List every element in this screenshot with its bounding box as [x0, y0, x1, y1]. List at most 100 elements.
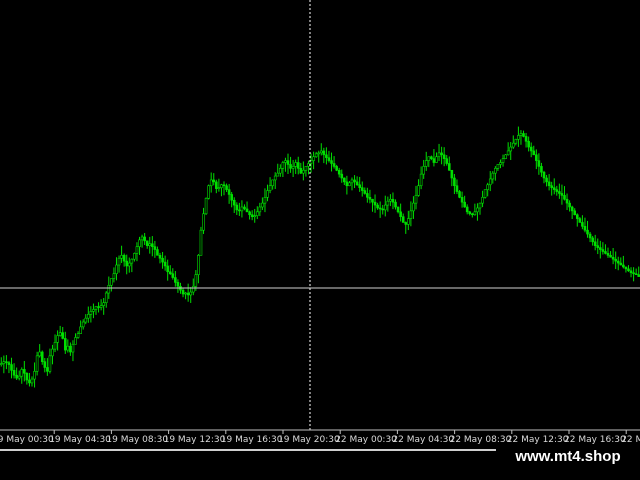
candle-body	[148, 243, 152, 246]
candle-body	[463, 201, 466, 208]
candle-body	[343, 177, 346, 183]
candle-body	[568, 202, 571, 208]
candle-body	[145, 240, 149, 246]
candle-body	[399, 211, 402, 217]
candle-body	[271, 179, 274, 187]
candle-body	[191, 285, 195, 293]
candle-body	[79, 326, 82, 334]
candle-body	[499, 162, 502, 165]
candle-body	[151, 243, 154, 247]
candle-body	[432, 158, 436, 163]
candle-body	[435, 156, 438, 163]
candle-body	[501, 158, 505, 163]
candle-body	[184, 292, 187, 295]
candle-body	[609, 255, 612, 258]
candle-body	[186, 292, 190, 296]
candle-body	[491, 172, 495, 180]
candle-body	[465, 206, 469, 213]
candle-body	[240, 206, 244, 212]
candle-body	[273, 175, 277, 181]
candle-body	[430, 156, 433, 159]
candle-body	[40, 351, 44, 362]
candle-body	[619, 262, 623, 266]
candle-body	[268, 185, 272, 191]
candle-body	[337, 169, 341, 175]
candle-body	[284, 160, 287, 163]
candle-body	[71, 343, 75, 353]
candle-body	[437, 152, 441, 158]
candle-body	[358, 184, 361, 188]
candle-body	[209, 179, 213, 187]
candle-body	[97, 306, 100, 308]
candle-body	[84, 317, 88, 323]
x-tick-label: 22 May 08:30	[450, 435, 512, 445]
candle-body	[110, 278, 113, 286]
candle-body	[17, 375, 21, 379]
candle-body	[156, 249, 159, 256]
candle-body	[94, 306, 98, 310]
chart-canvas[interactable]: 19 May 00:3019 May 04:3019 May 08:3019 M…	[0, 0, 640, 480]
candle-body	[563, 195, 566, 200]
x-tick-label: 19 May 20:30	[278, 435, 340, 445]
candle-body	[386, 200, 390, 206]
candle-body	[458, 191, 461, 198]
candle-body	[634, 273, 638, 276]
candle-body	[289, 164, 292, 169]
candle-body	[575, 214, 579, 219]
candle-body	[327, 157, 331, 161]
candle-body	[20, 369, 24, 377]
candle-body	[622, 264, 625, 268]
candle-body	[89, 311, 93, 315]
candle-body	[0, 363, 3, 365]
candle-body	[494, 168, 497, 174]
candle-body	[537, 160, 541, 167]
candle-body	[424, 160, 428, 167]
candle-body	[401, 216, 405, 223]
candle-body	[263, 197, 267, 204]
candle-body	[588, 233, 592, 239]
candle-body	[550, 185, 553, 188]
candle-body	[314, 153, 318, 158]
candle-body	[450, 169, 454, 179]
candle-body	[43, 361, 47, 368]
candle-body	[266, 190, 269, 198]
candle-body	[317, 152, 321, 155]
candle-body	[555, 189, 559, 192]
candle-body	[606, 253, 610, 256]
candle-body	[30, 378, 34, 384]
candle-body	[396, 206, 400, 213]
candle-body	[112, 273, 116, 279]
candle-body	[581, 222, 584, 227]
candle-body	[535, 154, 538, 161]
candle-body	[611, 256, 615, 260]
candle-body	[517, 135, 520, 140]
candle-body	[627, 268, 630, 272]
candle-body	[381, 208, 385, 211]
candle-body	[58, 332, 62, 336]
candle-body	[453, 177, 456, 187]
candle-body	[486, 184, 489, 190]
candle-body	[286, 160, 290, 165]
candle-body	[304, 166, 308, 171]
price-chart[interactable]: 19 May 00:3019 May 04:3019 May 08:3019 M…	[0, 0, 640, 480]
candle-body	[445, 158, 449, 164]
candle-body	[12, 370, 16, 376]
candle-body	[527, 140, 530, 148]
candle-body	[596, 245, 600, 248]
candle-body	[230, 194, 233, 201]
candle-body	[330, 160, 333, 164]
candle-body	[488, 178, 492, 186]
candle-body	[404, 222, 408, 225]
x-tick-label: 19 May 16:30	[221, 435, 283, 445]
candle-body	[573, 210, 577, 216]
candle-body	[215, 181, 218, 189]
candle-body	[583, 226, 587, 231]
candle-body	[360, 187, 364, 191]
candle-body	[117, 257, 121, 266]
candle-body	[38, 351, 41, 357]
candle-body	[176, 282, 180, 287]
candle-body	[133, 253, 136, 260]
candle-body	[414, 195, 418, 204]
candle-body	[332, 163, 336, 167]
candle-body	[28, 379, 31, 384]
